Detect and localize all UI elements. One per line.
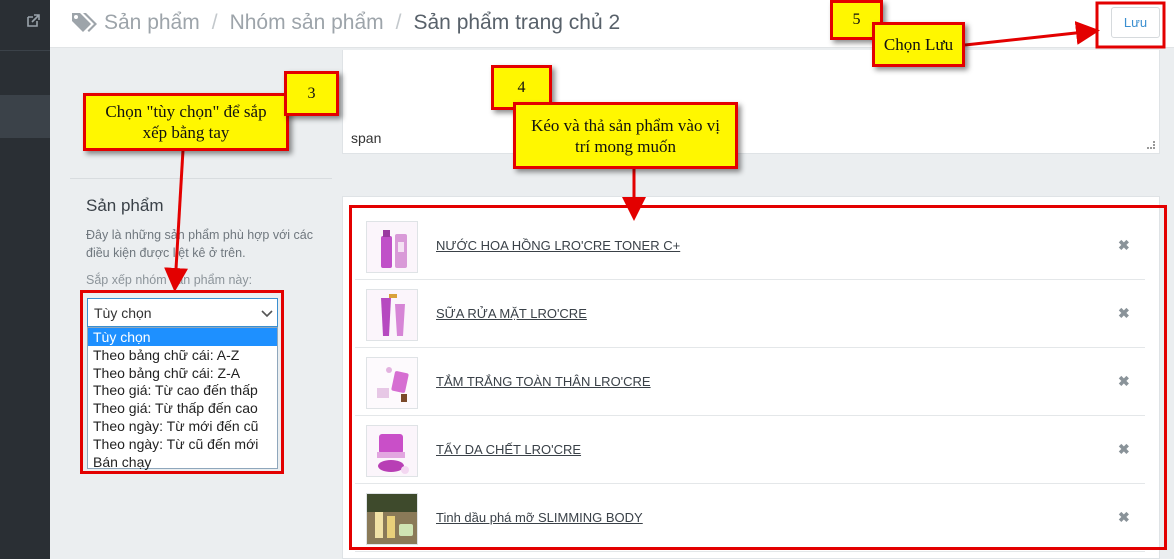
sort-option-date-newest[interactable]: Theo ngày: Từ mới đến cũ <box>88 417 277 435</box>
sort-select-value: Tùy chọn <box>94 305 152 321</box>
description-editor[interactable]: span <box>342 50 1160 154</box>
arrow-step3 <box>164 149 189 292</box>
sort-option-price-desc[interactable]: Theo giá: Từ cao đến thấp <box>88 381 277 399</box>
breadcrumb-link-products[interactable]: Sản phẩm <box>104 11 200 35</box>
sort-option-price-asc[interactable]: Theo giá: Từ thấp đến cao <box>88 399 277 417</box>
sort-option-alpha-asc[interactable]: Theo bảng chữ cái: A-Z <box>88 346 277 364</box>
breadcrumb-link-product-groups[interactable]: Nhóm sản phẩm <box>230 11 384 35</box>
products-section-title: Sản phẩm <box>86 196 164 215</box>
products-section-description: Đây là những sản phẩm phù hợp với các đi… <box>86 228 313 260</box>
annotation-step5-text: Chọn Lưu <box>872 22 965 67</box>
sort-select-highlight: Tùy chọn Tùy chọn Theo bảng chữ cái: A-Z… <box>80 290 284 474</box>
products-list-highlight <box>349 205 1167 550</box>
sort-option-best-selling[interactable]: Bán chạy <box>88 453 277 471</box>
sidebar-divider <box>0 50 50 51</box>
sort-option-alpha-desc[interactable]: Theo bảng chữ cái: Z-A <box>88 364 277 382</box>
sidebar-item-active[interactable] <box>0 95 50 138</box>
sort-option-custom[interactable]: Tùy chọn <box>88 328 277 346</box>
sort-option-date-oldest[interactable]: Theo ngày: Từ cũ đến mới <box>88 435 277 453</box>
annotation-step3-text: Chọn "tùy chọn" để sắp xếp bằng tay <box>83 93 289 151</box>
tags-icon <box>70 10 100 36</box>
description-editor-text: span <box>351 130 382 146</box>
annotation-step3-number: 3 <box>284 71 339 116</box>
sidebar <box>0 0 50 559</box>
resize-handle-icon[interactable] <box>1147 141 1155 149</box>
chevron-down-icon <box>261 306 273 318</box>
breadcrumb: Sản phẩm / Nhóm sản phẩm / Sản phẩm tran… <box>70 9 620 37</box>
page-title: Sản phẩm trang chủ 2 <box>413 11 621 34</box>
external-link-icon[interactable] <box>26 14 40 28</box>
sort-select[interactable]: Tùy chọn <box>87 298 278 327</box>
section-divider <box>70 178 332 179</box>
breadcrumb-separator: / <box>211 11 218 34</box>
sort-label: Sắp xếp nhóm sản phẩm này: <box>86 273 253 287</box>
header-bar: Sản phẩm / Nhóm sản phẩm / Sản phẩm tran… <box>50 0 1174 48</box>
breadcrumb-separator: / <box>395 11 402 34</box>
sort-options-list: Tùy chọn Theo bảng chữ cái: A-Z Theo bản… <box>87 327 278 471</box>
annotation-step4-text: Kéo và thả sản phẩm vào vị trí mong muốn <box>513 102 738 169</box>
save-button[interactable]: Lưu <box>1111 7 1160 38</box>
